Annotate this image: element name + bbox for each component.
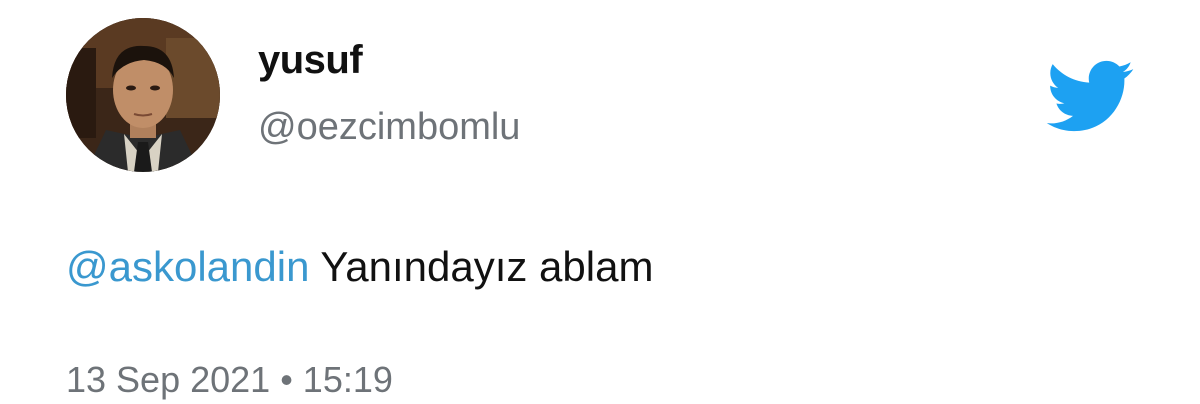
avatar-image — [66, 18, 220, 172]
twitter-bird-svg — [1046, 60, 1134, 132]
tweet-body: Yanındayız ablam — [309, 243, 654, 290]
mention-link[interactable]: @askolandin — [66, 243, 309, 290]
tweet-time: 15:19 — [302, 359, 393, 400]
tweet-text: @askolandin Yanındayız ablam — [66, 246, 653, 288]
tweet-timestamp[interactable]: 13 Sep 2021 • 15:19 — [66, 362, 393, 398]
tweet-date: 13 Sep 2021 — [66, 359, 271, 400]
avatar[interactable] — [66, 18, 220, 172]
twitter-bird-icon[interactable] — [1046, 60, 1134, 132]
meta-separator: • — [270, 359, 303, 400]
tweet-card: yusuf @oezcimbomlu @askolandin Yanındayı… — [0, 0, 1200, 404]
user-handle[interactable]: @oezcimbomlu — [258, 108, 520, 146]
display-name[interactable]: yusuf — [258, 40, 363, 80]
